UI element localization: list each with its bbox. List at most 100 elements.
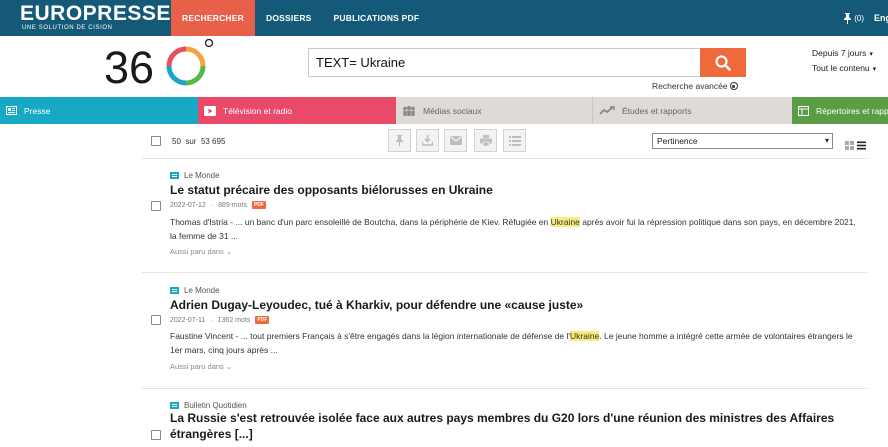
result-checkbox[interactable] [151, 315, 161, 325]
main-nav: RECHERCHER DOSSIERS PUBLICATIONS PDF [171, 0, 430, 36]
period-select[interactable]: Depuis 7 jours ▾ [812, 48, 873, 58]
trend-icon [599, 106, 615, 115]
result-checkbox[interactable] [151, 201, 161, 211]
result-source-name: Le Monde [184, 171, 220, 180]
tab-etudes-rapports[interactable]: Études et rapports [593, 97, 792, 124]
email-icon [449, 136, 462, 145]
download-icon [422, 135, 433, 146]
pinned-button[interactable]: (0) [843, 12, 864, 24]
search-box [308, 48, 701, 77]
result-meta: 2022-07-11 · 1362 mots PDF [170, 316, 270, 324]
tab-repertoires-label: Répertoires et rapports [816, 105, 888, 116]
result-source: Bulletin Quotidien [170, 401, 247, 410]
also-published-toggle[interactable]: Aussi paru dans ⌄ [170, 362, 232, 371]
print-button[interactable] [474, 129, 497, 152]
period-label: Depuis 7 jours [812, 48, 867, 58]
result-date: 2022-07-11 [170, 316, 206, 324]
list-view-button[interactable] [503, 129, 526, 152]
meta-separator: · [210, 316, 213, 324]
pin-selection-button[interactable] [388, 129, 411, 152]
language-switch[interactable]: English [874, 13, 888, 23]
pdf-badge[interactable]: PDF [255, 316, 270, 324]
select-all-checkbox[interactable] [151, 136, 161, 146]
divider [142, 388, 867, 389]
result-source-name: Le Monde [184, 286, 220, 295]
tab-presse[interactable]: Presse [0, 97, 198, 124]
top-bar: EUROPRESSE UNE SOLUTION DE CISION RECHER… [0, 0, 888, 36]
play-icon [204, 105, 216, 116]
result-source: Le Monde [170, 286, 220, 295]
snippet-text: Faustine Vincent - ... tout premiers Fra… [170, 331, 570, 341]
result-title[interactable]: Le statut précaire des opposants biéloru… [170, 182, 850, 198]
chevron-down-icon: ⌄ [225, 362, 233, 371]
caret-down-icon: ▾ [872, 66, 877, 73]
nav-dossiers[interactable]: DOSSIERS [255, 0, 323, 36]
sort-select[interactable]: Pertinence ▾ [652, 133, 833, 149]
advanced-search-label: Recherche avancée [652, 81, 728, 91]
degree-mark [204, 38, 214, 48]
nav-rechercher[interactable]: RECHERCHER [171, 0, 255, 36]
tab-etudes-rapports-label: Études et rapports [622, 105, 692, 116]
advanced-search-link[interactable]: Recherche avancée [652, 81, 738, 91]
logo-360-ring [166, 46, 206, 86]
tab-television-radio-label: Télévision et radio [223, 105, 292, 116]
scope-label: Tout le contenu [812, 63, 870, 73]
snippet-highlight: Ukraine [550, 217, 580, 227]
logo-360-digits: 36 [104, 42, 154, 88]
header-right: (0) English [843, 0, 888, 36]
result-word-count: 1362 mots [217, 316, 251, 324]
also-published-label: Aussi paru dans [170, 362, 224, 371]
also-published-toggle[interactable]: Aussi paru dans ⌄ [170, 247, 232, 256]
newspaper-icon [170, 172, 179, 179]
logo-360: 36 [104, 38, 214, 88]
brand-name: EUROPRESSE [20, 2, 171, 25]
result-checkbox[interactable] [151, 430, 161, 440]
result-snippet: Thomas d'Istria - ... un banc d'un parc … [170, 215, 860, 243]
divider [142, 272, 867, 273]
nav-publications-pdf[interactable]: PUBLICATIONS PDF [323, 0, 431, 36]
divider [142, 158, 867, 159]
pinned-count: (0) [854, 13, 864, 23]
result-count: 50 sur 53 695 [172, 137, 225, 146]
newspaper-icon [170, 287, 179, 294]
result-source: Le Monde [170, 171, 220, 180]
meta-separator: · [210, 201, 214, 209]
people-icon [402, 105, 416, 116]
search-button[interactable] [700, 48, 746, 77]
caret-down-icon: ▾ [869, 51, 873, 58]
list-lines-icon [857, 141, 866, 150]
search-input[interactable] [309, 49, 701, 76]
directory-icon [798, 105, 809, 116]
result-date: 2022-07-12 [170, 201, 206, 209]
print-icon [479, 135, 492, 146]
circle-arrow-icon [729, 82, 738, 90]
result-title[interactable]: La Russie s'est retrouvée isolée face au… [170, 410, 850, 442]
tab-repertoires[interactable]: Répertoires et rapports [792, 97, 888, 124]
result-word-count: 889 mots [218, 201, 247, 209]
tab-presse-label: Presse [24, 105, 51, 116]
chevron-down-icon: ⌄ [225, 247, 233, 256]
tab-medias-sociaux[interactable]: Médias sociaux [396, 97, 593, 124]
newspaper-icon [170, 402, 179, 409]
grid-view-toggle[interactable] [845, 137, 854, 155]
count-sep: sur [185, 137, 197, 146]
europresse-logo[interactable]: EUROPRESSE UNE SOLUTION DE CISION [20, 2, 171, 32]
download-button[interactable] [416, 129, 439, 152]
search-icon [715, 54, 731, 71]
snippet-highlight: Ukraine [570, 331, 600, 341]
sort-value: Pertinence [657, 136, 698, 146]
list-view-toggle[interactable] [857, 137, 866, 155]
result-meta: 2022-07-12 · 889 mots PDF [170, 201, 266, 209]
caret-down-icon: ▾ [824, 136, 829, 145]
also-published-label: Aussi paru dans [170, 247, 224, 256]
result-title[interactable]: Adrien Dugay-Leyoudec, tué à Kharkiv, po… [170, 297, 850, 313]
count-total: 53 695 [200, 137, 226, 146]
email-button[interactable] [444, 129, 467, 152]
count-shown: 50 [172, 137, 181, 146]
category-tabs: Presse Télévision et radio Médias sociau… [0, 97, 888, 124]
result-source-name: Bulletin Quotidien [184, 401, 247, 410]
pdf-badge[interactable]: PDF [251, 201, 266, 209]
scope-select[interactable]: Tout le contenu ▾ [812, 63, 876, 73]
tab-television-radio[interactable]: Télévision et radio [198, 97, 396, 124]
result-snippet: Faustine Vincent - ... tout premiers Fra… [170, 329, 860, 357]
